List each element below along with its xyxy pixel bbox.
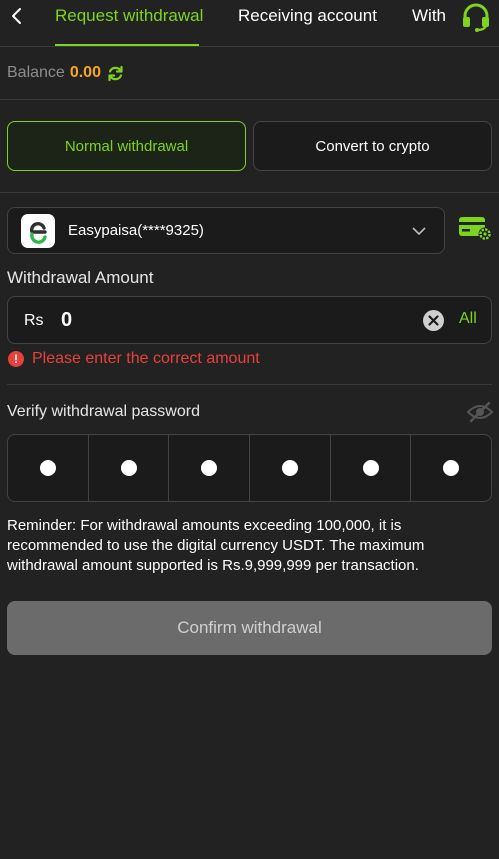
divider [0,192,499,193]
pin-digit[interactable] [411,435,491,501]
pin-dot [201,460,218,476]
withdrawal-amount-label: Withdrawal Amount [7,268,154,287]
eye-off-icon[interactable] [467,401,493,423]
balance-label: Balance [7,64,65,81]
pin-dot [443,460,460,476]
tab-withdrawal-history[interactable]: With [412,6,446,26]
convert-to-crypto-button[interactable]: Convert to crypto [253,121,492,171]
account-name: Easypaisa(****9325) [68,222,204,239]
headset-icon[interactable] [460,2,492,32]
tab-request-withdrawal[interactable]: Request withdrawal [55,6,203,26]
pin-digit[interactable] [8,435,89,501]
password-label: Verify withdrawal password [7,403,200,420]
amount-value[interactable]: 0 [61,309,72,332]
account-select[interactable]: Easypaisa(****9325) [7,207,445,254]
balance-row: Balance 0.00 [7,64,124,82]
easypaisa-logo [21,213,55,248]
pin-dot [39,460,56,476]
card-settings-icon[interactable] [458,214,494,242]
active-tab-indicator [55,44,199,46]
pin-digit[interactable] [331,435,412,501]
reminder-text: Reminder: For withdrawal amounts exceedi… [7,517,425,574]
currency-label: Rs [24,312,44,329]
tab-receiving-account[interactable]: Receiving account [238,6,377,26]
pin-digit[interactable] [169,435,251,501]
pin-digit[interactable] [250,435,331,501]
pin-dot [120,460,137,476]
divider [0,99,499,100]
pin-digit[interactable] [89,435,170,501]
easypaisa-logo-mark [29,221,47,244]
confirm-withdrawal-button[interactable]: Confirm withdrawal [7,601,492,655]
back-chevron-icon[interactable] [6,4,26,28]
all-amount-button[interactable]: All [459,310,477,328]
divider [7,384,492,385]
refresh-icon[interactable] [107,65,124,82]
amount-input[interactable]: Rs 0 All [7,296,492,344]
balance-value: 0.00 [69,64,101,81]
amount-error: ! Please enter the correct amount [8,350,260,368]
pin-dot [281,460,298,476]
pin-dot [362,460,379,476]
amount-error-text: Please enter the correct amount [32,350,260,367]
clear-icon[interactable] [423,310,444,331]
top-nav: Request withdrawal Receiving account Wit… [0,0,499,47]
normal-withdrawal-button[interactable]: Normal withdrawal [7,121,246,171]
password-input[interactable] [7,434,492,502]
error-icon: ! [8,351,24,367]
chevron-down-icon [412,227,426,236]
